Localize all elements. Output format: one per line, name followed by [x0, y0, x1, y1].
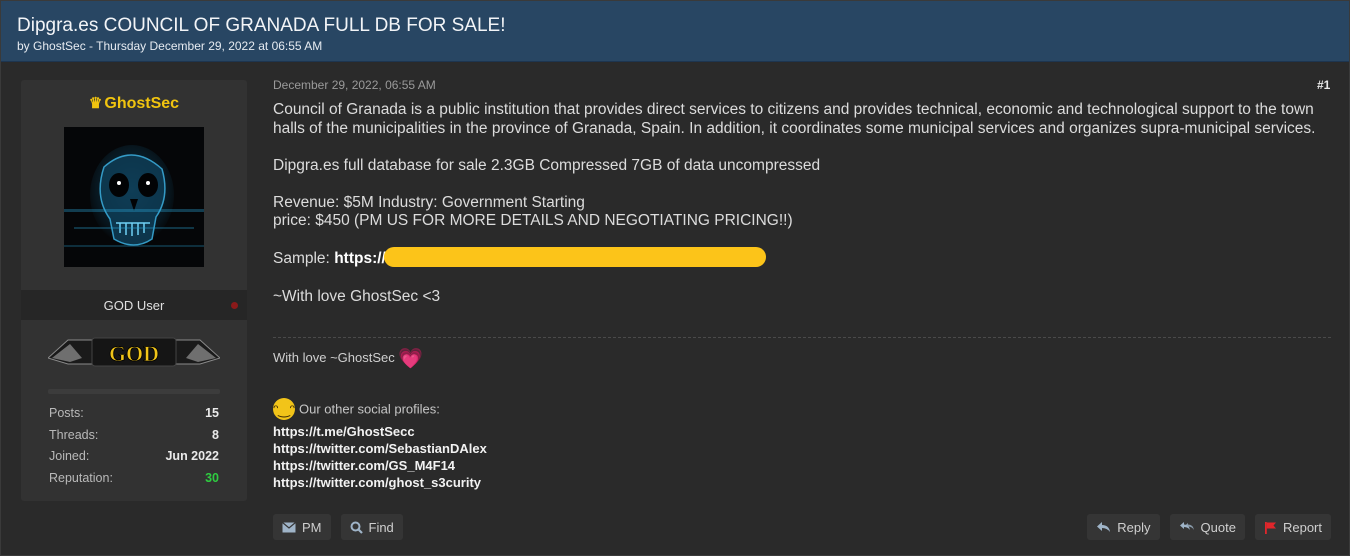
- flag-icon: [1264, 521, 1276, 534]
- social-link-twitter[interactable]: https://twitter.com/GS_M4F14: [273, 457, 487, 474]
- stat-label: Threads:: [49, 427, 99, 442]
- god-rank-badge: GOD: [47, 332, 221, 372]
- signature-text: With love ~GhostSec: [273, 350, 395, 365]
- social-link-twitter[interactable]: https://twitter.com/ghost_s3curity: [273, 474, 487, 491]
- redaction-bar: [383, 247, 766, 267]
- social-heading: Our other social profiles:: [299, 401, 440, 417]
- stat-posts: Posts: 15: [49, 406, 219, 428]
- sample-link[interactable]: https://: [334, 250, 386, 267]
- stat-value: 8: [212, 427, 219, 442]
- grin-emoji-icon: ᵔ‿ᵔ: [273, 398, 295, 420]
- report-button[interactable]: Report: [1254, 514, 1331, 540]
- reputation-value[interactable]: 30: [205, 471, 219, 485]
- price-line: price: $450 (PM US FOR MORE DETAILS AND …: [273, 212, 793, 229]
- social-link-telegram[interactable]: https://t.me/GhostSecc: [273, 423, 487, 440]
- reputation-bar: [48, 389, 220, 394]
- user-actions: PM Find: [273, 514, 403, 540]
- signature: With love ~GhostSec 💗: [273, 343, 424, 370]
- user-panel: ♛ GhostSec GOD User GOD Posts: 15 Thread…: [21, 80, 247, 501]
- find-button[interactable]: Find: [340, 514, 403, 540]
- god-badge-graphic: GOD: [47, 337, 221, 367]
- thread-meta: by GhostSec - Thursday December 29, 2022…: [17, 39, 323, 53]
- stat-label: Joined:: [49, 449, 90, 463]
- stat-value: Jun 2022: [165, 449, 219, 463]
- revenue-line: Revenue: $5M Industry: Government Starti…: [273, 193, 585, 211]
- post-paragraph: Council of Granada is a public instituti…: [273, 101, 1316, 137]
- social-profiles: ᵔ‿ᵔ Our other social profiles: https://t.…: [273, 398, 487, 491]
- post-actions: Reply Quote Report: [1087, 514, 1331, 540]
- stat-value: 15: [205, 406, 219, 420]
- username-link[interactable]: ♛ GhostSec: [21, 94, 247, 113]
- search-icon: [350, 521, 363, 534]
- user-role: GOD User: [103, 298, 165, 313]
- crown-icon: ♛: [88, 95, 103, 112]
- user-role-row: GOD User: [21, 290, 247, 320]
- stat-reputation: Reputation: 30: [49, 471, 219, 493]
- heart-icon: 💗: [398, 348, 424, 370]
- skull-avatar-image: [64, 127, 204, 267]
- thread-title: Dipgra.es COUNCIL OF GRANADA FULL DB FOR…: [17, 15, 506, 36]
- avatar[interactable]: [64, 127, 204, 267]
- post-date: December 29, 2022, 06:55 AM: [273, 78, 436, 92]
- offline-status-indicator: [231, 302, 238, 309]
- thread-header: Dipgra.es COUNCIL OF GRANADA FULL DB FOR…: [1, 1, 1349, 62]
- find-label: Find: [368, 519, 394, 535]
- report-label: Report: [1282, 519, 1322, 535]
- post-paragraph: Dipgra.es full database for sale 2.3GB C…: [273, 156, 821, 174]
- quote-label: Quote: [1200, 519, 1236, 535]
- post-body: Council of Granada is a public instituti…: [273, 101, 1338, 306]
- stat-threads: Threads: 8: [49, 428, 219, 450]
- reply-arrow-icon: [1097, 522, 1111, 532]
- sample-label: Sample:: [273, 250, 330, 268]
- post-number-link[interactable]: #1: [1317, 78, 1330, 92]
- envelope-icon: [282, 521, 296, 532]
- reply-button[interactable]: Reply: [1087, 514, 1160, 540]
- god-badge-text: GOD: [109, 341, 159, 366]
- stat-joined: Joined: Jun 2022: [49, 449, 219, 471]
- quote-button[interactable]: Quote: [1169, 514, 1245, 540]
- pm-label: PM: [302, 519, 322, 535]
- post-container: Dipgra.es COUNCIL OF GRANADA FULL DB FOR…: [0, 0, 1350, 556]
- signature-divider: [273, 337, 1331, 338]
- user-stats: Posts: 15 Threads: 8 Joined: Jun 2022 Re…: [49, 406, 219, 492]
- username-text: GhostSec: [104, 95, 180, 112]
- sample-line: Sample: https://: [273, 247, 1338, 269]
- stat-label: Reputation:: [49, 470, 113, 485]
- closing-line: ~With love GhostSec <3: [273, 287, 441, 305]
- stat-label: Posts:: [49, 406, 84, 420]
- social-link-twitter[interactable]: https://twitter.com/SebastianDAlex: [273, 440, 487, 457]
- reply-label: Reply: [1117, 519, 1151, 535]
- pm-button[interactable]: PM: [273, 514, 331, 540]
- quote-arrows-icon: [1179, 522, 1194, 530]
